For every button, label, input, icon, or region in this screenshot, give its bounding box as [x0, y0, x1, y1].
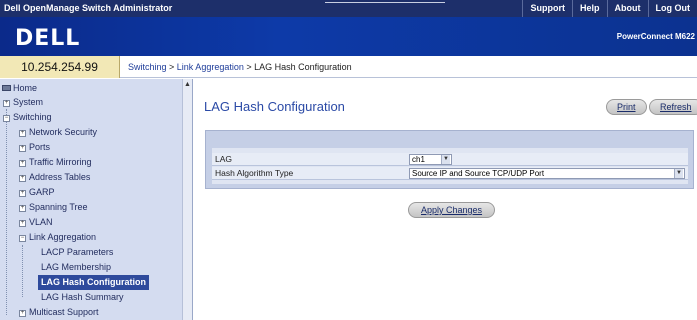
about-link[interactable]: About [606, 0, 648, 17]
hash-algorithm-label: Hash Algorithm Type [215, 168, 294, 178]
lag-select[interactable]: ch1 ▼ [409, 154, 452, 165]
sidebar-item-label: Home [13, 83, 38, 93]
hash-algorithm-select-value: Source IP and Source TCP/UDP Port [412, 169, 545, 178]
tree-line [6, 109, 7, 315]
sidebar-item-switching[interactable]: − Switching [3, 110, 52, 125]
expand-icon[interactable]: + [19, 145, 26, 152]
top-links: Support Help About Log Out [522, 0, 697, 17]
sidebar-item-label: LAG Membership [41, 262, 112, 272]
tree-line [22, 245, 23, 297]
support-link[interactable]: Support [522, 0, 572, 17]
product-name: PowerConnect M622 [616, 32, 695, 41]
sidebar-item-home[interactable]: Home [2, 81, 37, 96]
sidebar-scrollbar[interactable]: ▲ [182, 79, 192, 320]
sidebar-item-label: Link Aggregation [29, 232, 97, 242]
print-button[interactable]: Print [606, 99, 647, 115]
top-divider [325, 2, 445, 3]
sidebar-item-link-aggregation[interactable]: − Link Aggregation [19, 230, 96, 245]
sidebar-item-vlan[interactable]: + VLAN [19, 215, 53, 230]
sidebar-item-garp[interactable]: + GARP [19, 185, 55, 200]
sidebar-item-lag-hash-configuration[interactable]: LAG Hash Configuration [38, 275, 149, 290]
home-icon [2, 85, 11, 91]
sidebar-item-lag-membership[interactable]: LAG Membership [41, 260, 111, 275]
sidebar-item-label: GARP [29, 187, 55, 197]
breadcrumb-current: > LAG Hash Configuration [243, 62, 352, 72]
sidebar-item-label: System [13, 97, 44, 107]
lag-select-value: ch1 [412, 155, 425, 164]
sidebar-item-system[interactable]: + System [3, 95, 43, 110]
sidebar-item-network-security[interactable]: + Network Security [19, 125, 97, 140]
expand-icon[interactable]: + [19, 310, 26, 317]
sidebar-item-traffic-mirroring[interactable]: + Traffic Mirroring [19, 155, 92, 170]
form-panel: LAG ch1 ▼ Hash Algorithm Type Source IP … [205, 130, 694, 189]
sidebar-item-lacp-parameters[interactable]: LACP Parameters [41, 245, 113, 260]
sidebar-item-spanning-tree[interactable]: + Spanning Tree [19, 200, 88, 215]
expand-icon[interactable]: + [19, 220, 26, 227]
refresh-button[interactable]: Refresh [649, 99, 697, 115]
form-table: LAG ch1 ▼ Hash Algorithm Type Source IP … [212, 148, 688, 184]
chevron-down-icon[interactable]: ▼ [441, 155, 450, 164]
main-content: LAG Hash Configuration Print Refresh LAG… [194, 79, 697, 320]
address-bar: 10.254.254.99 Switching > Link Aggregati… [0, 56, 697, 78]
sidebar-item-label: Network Security [29, 127, 98, 137]
top-bar: Dell OpenManage Switch Administrator Sup… [0, 0, 697, 17]
sidebar-item-label: LACP Parameters [41, 247, 114, 257]
collapse-icon[interactable]: − [3, 115, 10, 122]
scroll-up-icon[interactable]: ▲ [184, 81, 191, 88]
expand-icon[interactable]: + [19, 190, 26, 197]
breadcrumb-link-aggregation[interactable]: Link Aggregation [177, 62, 244, 72]
sidebar-item-label: LAG Hash Configuration [41, 277, 146, 287]
breadcrumb-switching[interactable]: Switching [128, 62, 167, 72]
sidebar-item-label: LAG Hash Summary [41, 292, 124, 302]
breadcrumb: Switching > Link Aggregation > LAG Hash … [128, 62, 352, 72]
sidebar-item-label: VLAN [29, 217, 53, 227]
expand-icon[interactable]: + [3, 100, 10, 107]
logout-link[interactable]: Log Out [647, 0, 697, 17]
chevron-down-icon[interactable]: ▼ [674, 169, 683, 178]
sidebar-item-ports[interactable]: + Ports [19, 140, 50, 155]
apply-changes-button[interactable]: Apply Changes [408, 202, 496, 218]
hash-algorithm-row: Hash Algorithm Type Source IP and Source… [212, 167, 688, 180]
sidebar-item-lag-hash-summary[interactable]: LAG Hash Summary [41, 290, 124, 305]
lag-row: LAG ch1 ▼ [212, 153, 688, 166]
sidebar-item-label: Switching [13, 112, 52, 122]
lag-label: LAG [215, 154, 233, 164]
ip-address: 10.254.254.99 [0, 56, 120, 78]
banner: DELL PowerConnect M622 [0, 17, 697, 56]
expand-icon[interactable]: + [19, 130, 26, 137]
sidebar-item-label: Traffic Mirroring [29, 157, 92, 167]
expand-icon[interactable]: + [19, 205, 26, 212]
sidebar: Home + System − Switching + Network Securit… [0, 79, 193, 320]
help-link[interactable]: Help [571, 0, 607, 17]
sidebar-item-address-tables[interactable]: + Address Tables [19, 170, 90, 185]
sidebar-item-label: Spanning Tree [29, 202, 88, 212]
page-title: LAG Hash Configuration [204, 99, 345, 114]
sidebar-item-label: Address Tables [29, 172, 91, 182]
expand-icon[interactable]: + [19, 175, 26, 182]
sidebar-item-label: Multicast Support [29, 307, 99, 317]
dell-logo: DELL [15, 26, 81, 51]
sidebar-item-multicast-support[interactable]: + Multicast Support [19, 305, 99, 320]
collapse-icon[interactable]: − [19, 235, 26, 242]
app-title: Dell OpenManage Switch Administrator [4, 3, 173, 13]
hash-algorithm-select[interactable]: Source IP and Source TCP/UDP Port ▼ [409, 168, 685, 179]
sidebar-item-label: Ports [29, 142, 51, 152]
breadcrumb-separator: > [166, 62, 177, 72]
expand-icon[interactable]: + [19, 160, 26, 167]
